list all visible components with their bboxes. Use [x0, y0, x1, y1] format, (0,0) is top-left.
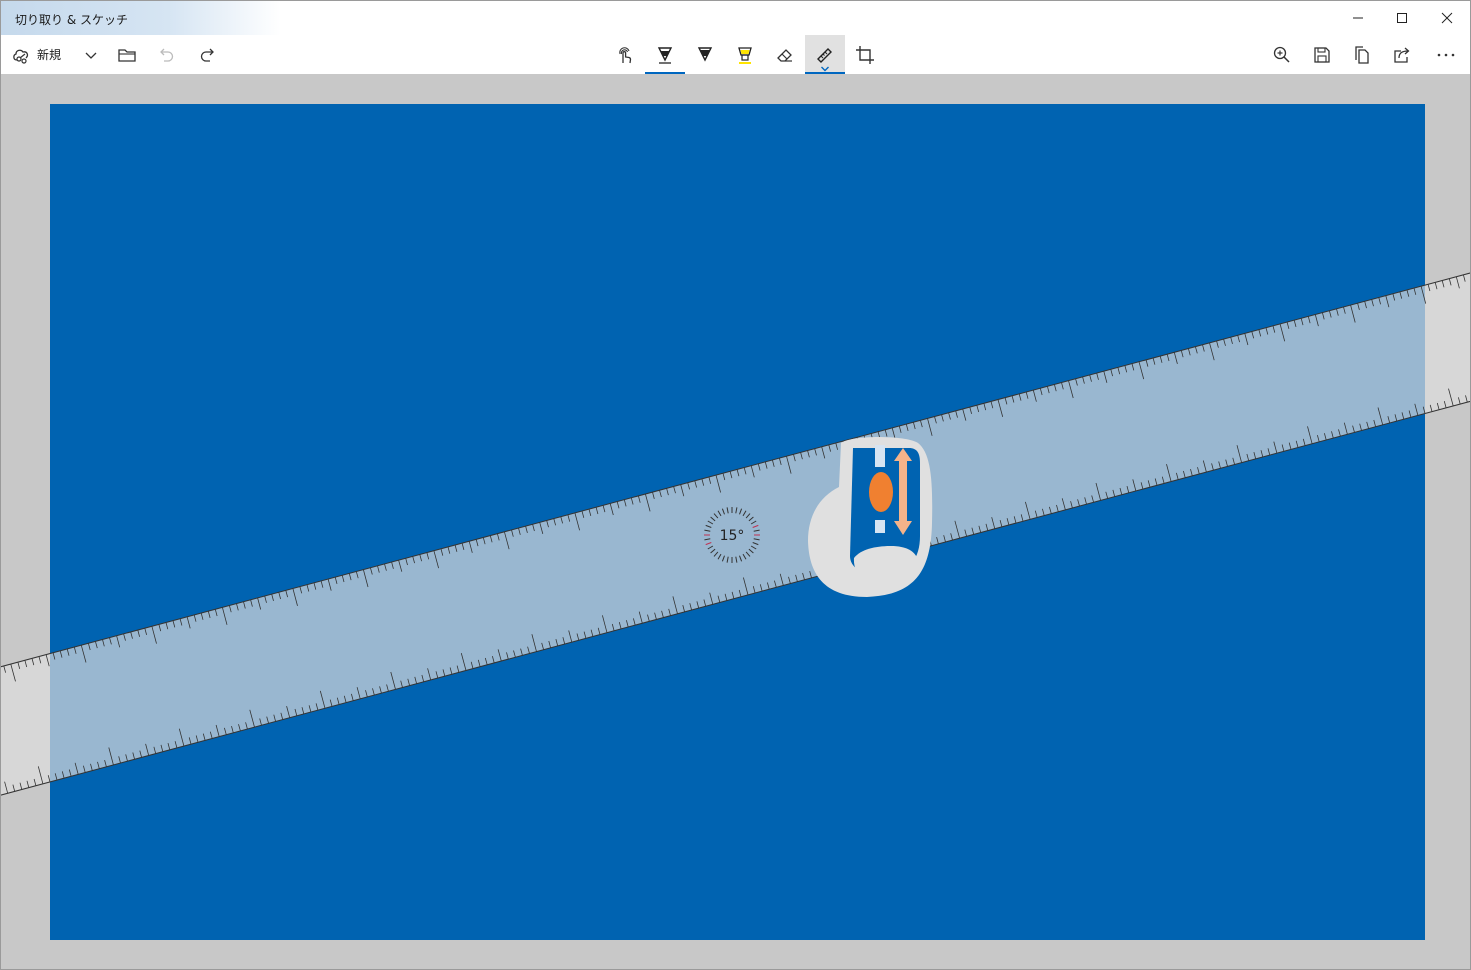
minimize-icon	[1353, 17, 1363, 19]
new-snip-button[interactable]: 新規	[11, 35, 61, 74]
eraser-button[interactable]	[765, 35, 805, 74]
angle-label: 15°	[720, 528, 745, 544]
pencil-button[interactable]	[685, 35, 725, 74]
redo-icon	[200, 48, 214, 62]
scroll-wheel-icon	[869, 472, 893, 512]
maximize-icon	[1397, 13, 1407, 23]
maximize-button[interactable]	[1379, 1, 1425, 35]
active-tool-indicator	[805, 72, 845, 74]
undo-icon	[160, 48, 174, 62]
copy-icon	[1355, 45, 1369, 64]
touch-writing-button[interactable]	[605, 35, 645, 74]
open-file-button[interactable]	[107, 35, 147, 74]
crop-button[interactable]	[845, 35, 885, 74]
pencil-icon	[697, 46, 713, 62]
close-button[interactable]	[1424, 1, 1470, 35]
more-button[interactable]	[1426, 35, 1466, 74]
ballpoint-pen-icon	[657, 46, 673, 64]
share-icon	[1394, 47, 1410, 63]
eraser-icon	[777, 48, 792, 62]
chevron-down-icon	[85, 52, 97, 59]
close-icon	[1441, 12, 1453, 24]
share-button[interactable]	[1382, 35, 1422, 74]
pen-color-indicator	[645, 72, 685, 74]
touch-writing-icon	[619, 46, 632, 63]
ballpoint-pen-button[interactable]	[645, 35, 685, 74]
highlighter-icon	[738, 46, 752, 64]
app-title: 切り取り & スケッチ	[15, 13, 128, 27]
canvas-overlay: 15°	[1, 272, 1470, 796]
highlighter-button[interactable]	[725, 35, 765, 74]
undo-button[interactable]	[147, 35, 187, 74]
new-snip-label: 新規	[37, 48, 62, 62]
ruler-button[interactable]	[805, 35, 845, 74]
save-icon	[1314, 46, 1330, 63]
new-snip-dropdown[interactable]	[71, 35, 111, 74]
copy-button[interactable]	[1342, 35, 1382, 74]
redo-button[interactable]	[187, 35, 227, 74]
zoom-button[interactable]	[1262, 35, 1302, 74]
app-window: 切り取り & スケッチ 新規 15°	[0, 0, 1471, 970]
mouse-bottom-divider	[875, 520, 885, 533]
more-icon	[1437, 53, 1455, 56]
ruler-icon	[817, 47, 832, 63]
mouse-top-divider	[875, 445, 885, 467]
minimize-button[interactable]	[1335, 1, 1381, 35]
crop-icon	[856, 45, 874, 64]
new-snip-icon	[13, 49, 29, 64]
zoom-icon	[1273, 46, 1290, 63]
open-folder-icon	[118, 48, 136, 62]
save-button[interactable]	[1302, 35, 1342, 74]
